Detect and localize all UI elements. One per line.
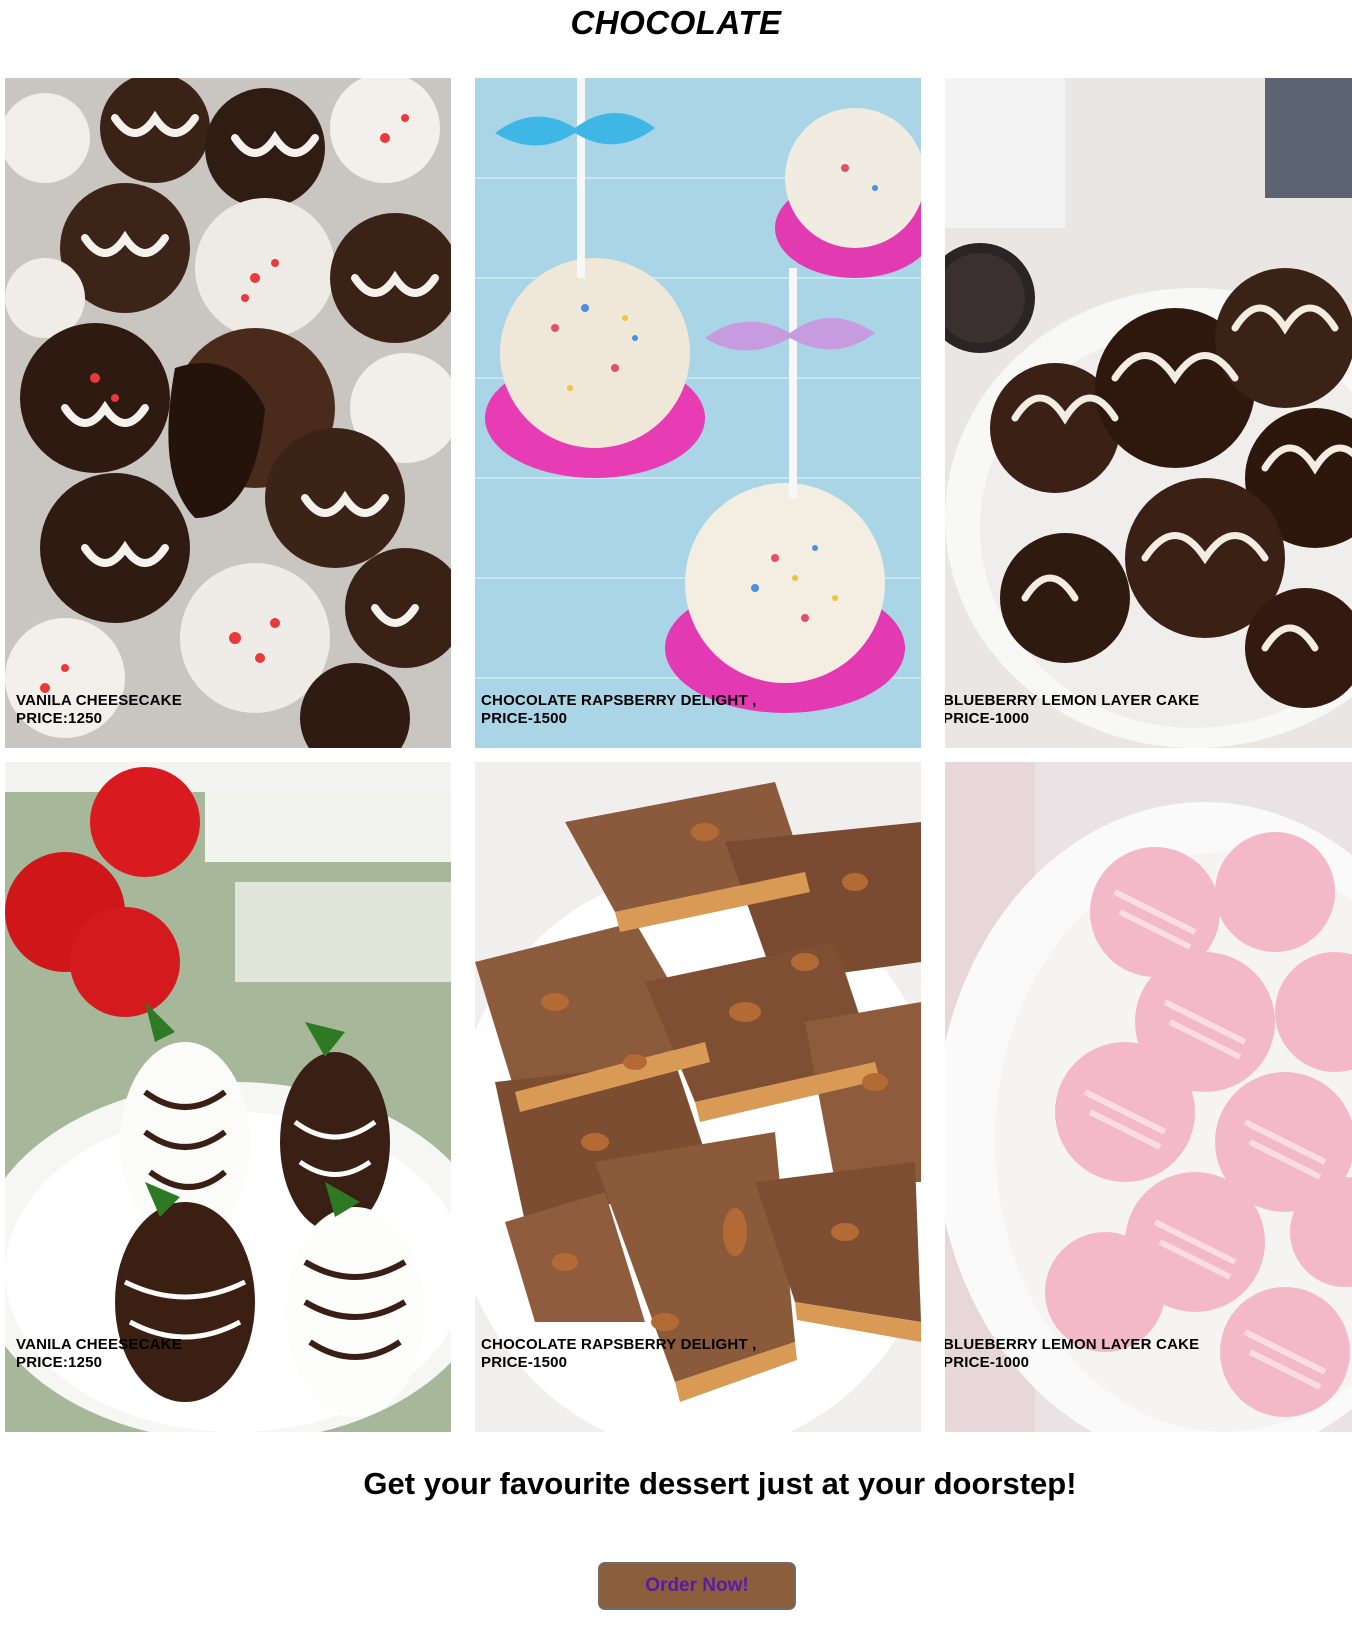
page: CHOCOLATE VANILA CHEESECAKE PRICE:1250 C… bbox=[0, 0, 1352, 1642]
product-caption: BLUEBERRY LEMON LAYER CAKE PRICE-1000 bbox=[945, 692, 1199, 728]
product-card[interactable]: BLUEBERRY LEMON LAYER CAKE PRICE-1000 bbox=[945, 78, 1352, 748]
product-card[interactable]: VANILA CHEESECAKE PRICE:1250 bbox=[5, 762, 451, 1432]
product-price: PRICE:1250 bbox=[16, 1354, 103, 1371]
product-card[interactable]: BLUEBERRY LEMON LAYER CAKE PRICE-1000 bbox=[945, 762, 1352, 1432]
product-price: PRICE-1500 bbox=[481, 1354, 568, 1371]
order-now-button[interactable]: Order Now! bbox=[598, 1562, 796, 1610]
product-caption: CHOCOLATE RAPSBERRY DELIGHT , PRICE-1500 bbox=[481, 1336, 757, 1372]
product-caption: BLUEBERRY LEMON LAYER CAKE PRICE-1000 bbox=[945, 1336, 1199, 1372]
product-price: PRICE-1000 bbox=[945, 710, 1030, 727]
product-card[interactable]: CHOCOLATE RAPSBERRY DELIGHT , PRICE-1500 bbox=[475, 78, 921, 748]
product-caption: VANILA CHEESECAKE PRICE:1250 bbox=[16, 692, 182, 728]
product-price: PRICE-1500 bbox=[481, 710, 568, 727]
product-price: PRICE-1000 bbox=[945, 1354, 1030, 1371]
product-card[interactable]: VANILA CHEESECAKE PRICE:1250 bbox=[5, 78, 451, 748]
product-name: CHOCOLATE RAPSBERRY DELIGHT , bbox=[481, 1336, 757, 1353]
product-image-oreo-balls bbox=[945, 78, 1352, 748]
product-image-strawberries bbox=[5, 762, 451, 1432]
product-price: PRICE:1250 bbox=[16, 710, 103, 727]
product-name: BLUEBERRY LEMON LAYER CAKE bbox=[945, 692, 1200, 709]
product-image-toffee-bark bbox=[475, 762, 921, 1432]
page-title: CHOCOLATE bbox=[570, 4, 782, 41]
product-name: BLUEBERRY LEMON LAYER CAKE bbox=[945, 1336, 1200, 1353]
product-name: VANILA CHEESECAKE bbox=[16, 1336, 182, 1353]
product-caption: CHOCOLATE RAPSBERRY DELIGHT , PRICE-1500 bbox=[481, 692, 757, 728]
product-name: CHOCOLATE RAPSBERRY DELIGHT , bbox=[481, 692, 757, 709]
product-name: VANILA CHEESECAKE bbox=[16, 692, 182, 709]
product-image-popcorn bbox=[475, 78, 921, 748]
product-image-truffles bbox=[5, 78, 451, 748]
product-card[interactable]: CHOCOLATE RAPSBERRY DELIGHT , PRICE-1500 bbox=[475, 762, 921, 1432]
product-caption: VANILA CHEESECAKE PRICE:1250 bbox=[16, 1336, 182, 1372]
tagline: Get your favourite dessert just at your … bbox=[363, 1466, 1077, 1501]
product-image-pink-mints bbox=[945, 762, 1352, 1432]
